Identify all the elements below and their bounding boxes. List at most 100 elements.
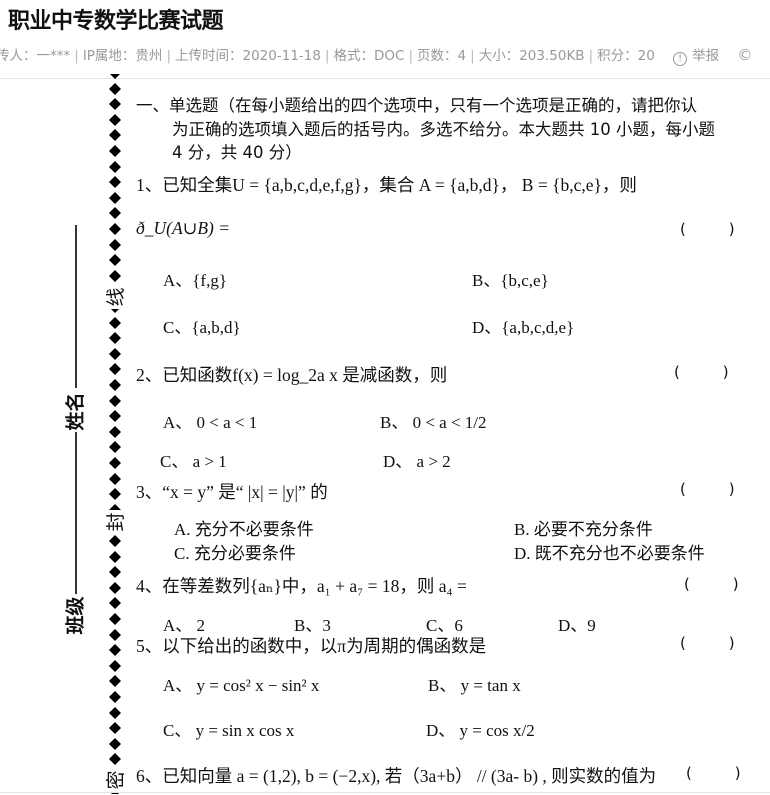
- diamond-mark: [108, 550, 122, 563]
- option-a: A、{f,g}: [163, 271, 228, 290]
- meta-uploader: 传人：一***: [0, 48, 71, 64]
- diamond-mark: [108, 254, 122, 267]
- meta-pages: 页数：4: [417, 48, 467, 64]
- diamond-mark: [108, 410, 122, 423]
- class-label: 班级: [64, 596, 87, 635]
- document-title: 职业中专数学比赛试题: [8, 9, 224, 34]
- question-text: 已知向量 a = (1,2), b = (−2,x), 若（3a+b） // (…: [162, 766, 657, 786]
- diamond-mark: [108, 534, 122, 548]
- question-6-stem: 6、已知向量 a = (1,2), b = (−2,x), 若（3a+b） //…: [136, 763, 656, 788]
- option-a: A. 充分不必要条件: [174, 520, 314, 539]
- diamond-mark: [108, 659, 122, 672]
- diamond-mark: [108, 425, 122, 438]
- diamond-mark: [108, 144, 122, 158]
- option-a: A、 y = cos² x − sin² x: [163, 676, 320, 695]
- answer-paren: ( ): [674, 363, 729, 381]
- option-b: B、{b,c,e}: [472, 271, 549, 290]
- binding-char-mi: 密: [104, 768, 128, 792]
- diamond-mark: [108, 129, 122, 142]
- meta-ip-location: IP属地：贵州: [82, 48, 163, 64]
- binding-char-feng: 封: [104, 510, 128, 534]
- option-c: C. 充分必要条件: [174, 544, 296, 563]
- diamond-mark: [108, 113, 122, 126]
- diamond-mark: [108, 566, 122, 579]
- diamond-mark: [108, 488, 122, 501]
- question-4-stem: 4、在等差数列{aₙ}中，a₁ + a₇ = 18，则 a₄ =: [136, 573, 467, 598]
- diamond-mark: [108, 394, 122, 407]
- question-number: 2、: [136, 365, 163, 385]
- diamond-mark: [108, 690, 122, 704]
- copyright-icon[interactable]: ©: [737, 46, 752, 64]
- diamond-mark: [108, 347, 122, 360]
- diamond-mark: [108, 316, 122, 329]
- report-button[interactable]: ! 举报: [673, 48, 720, 66]
- answer-paren: ( ): [680, 220, 735, 238]
- option-d: D. 既不充分也不必要条件: [514, 544, 705, 563]
- diamond-mark: [108, 472, 122, 485]
- binding-diamond-line: [106, 74, 126, 794]
- diamond-mark: [108, 441, 122, 454]
- diamond-mark: [108, 269, 122, 282]
- section-heading-line1: 一、单选题（在每小题给出的四个选项中，只有一个选项是正确的，请把你认: [136, 96, 697, 115]
- class-underline: [75, 432, 77, 594]
- question-1-stem-continued: ð_U(A∪B) =: [136, 218, 231, 238]
- page-bottom-divider: [0, 792, 770, 793]
- diamond-mark: [108, 82, 122, 95]
- diamond-mark: [108, 675, 122, 688]
- diamond-mark: [108, 628, 122, 641]
- diamond-mark: [108, 378, 122, 392]
- question-text: 在等差数列{aₙ}中，a₁ + a₇ = 18，则 a₄ =: [162, 576, 467, 596]
- option-d: D、 y = cos x/2: [426, 721, 535, 740]
- meta-points: 积分：20: [597, 48, 655, 64]
- diamond-mark: [108, 74, 122, 80]
- question-number: 6、: [136, 766, 163, 786]
- option-b: B、 0 < a < 1/2: [380, 413, 487, 432]
- question-text: 已知全集U = {a,b,c,d,e,f,g}，集合 A = {a,b,d}， …: [162, 175, 637, 195]
- binding-char-xian: 线: [104, 285, 128, 309]
- question-number: 1、: [136, 175, 163, 195]
- question-text: 已知函数f(x) = log_2a x 是减函数，则: [162, 365, 448, 385]
- answer-paren: ( ): [680, 634, 735, 652]
- option-c: C、 a > 1: [160, 452, 227, 471]
- diamond-mark: [108, 222, 122, 236]
- name-underline: [75, 225, 77, 388]
- meta-format: 格式：DOC: [333, 48, 405, 64]
- option-c: C、 y = sin x cos x: [163, 721, 295, 740]
- document-meta: 传人：一*** | IP属地：贵州 | 上传时间：2020-11-18 | 格式：DOC | 页…: [0, 44, 752, 66]
- option-b: B. 必要不充分条件: [514, 520, 653, 539]
- answer-paren: ( ): [686, 764, 741, 782]
- question-2-stem: 2、已知函数f(x) = log_2a x 是减函数，则: [136, 362, 447, 387]
- info-circle-icon: !: [673, 52, 688, 66]
- answer-paren: ( ): [680, 480, 735, 498]
- diamond-mark: [108, 456, 122, 470]
- option-c: C、{a,b,d}: [163, 318, 241, 337]
- question-3-stem: 3、“x = y” 是“ |x| = |y|” 的: [136, 479, 328, 504]
- meta-upload-time: 上传时间：2020-11-18: [175, 48, 321, 64]
- section-heading-line3: 4 分，共 40 分）: [172, 143, 302, 162]
- diamond-mark: [108, 363, 122, 376]
- question-1-stem: 1、已知全集U = {a,b,c,d,e,f,g}，集合 A = {a,b,d}…: [136, 172, 637, 197]
- document-header: 职业中专数学比赛试题 传人：一*** | IP属地：贵州 | 上传时间：2020-11-…: [0, 0, 770, 78]
- question-5-stem: 5、以下给出的函数中，以π为周期的偶函数是: [136, 633, 486, 658]
- question-number: 4、: [136, 576, 163, 596]
- diamond-mark: [108, 332, 122, 345]
- diamond-mark: [108, 581, 122, 594]
- diamond-mark: [108, 98, 122, 111]
- diamond-mark: [108, 207, 122, 220]
- report-label: 举报: [692, 48, 720, 64]
- diamond-mark: [108, 160, 122, 173]
- option-d: D、9: [558, 616, 596, 635]
- question-text: “x = y” 是“ |x| = |y|” 的: [162, 482, 328, 502]
- meta-size: 大小：203.50KB: [478, 48, 585, 64]
- section-heading-line2: 为正确的选项填入题后的括号内。多选不给分。本大题共 10 小题，每小题: [172, 120, 715, 139]
- diamond-mark: [108, 706, 122, 719]
- diamond-mark: [108, 612, 122, 626]
- diamond-mark: [108, 737, 122, 750]
- diamond-mark: [108, 722, 122, 735]
- option-b: B、 y = tan x: [428, 676, 521, 695]
- option-d: D、{a,b,c,d,e}: [472, 318, 575, 337]
- diamond-mark: [108, 191, 122, 204]
- name-label: 姓名: [64, 392, 87, 431]
- diamond-mark: [108, 644, 122, 657]
- question-number: 3、: [136, 482, 163, 502]
